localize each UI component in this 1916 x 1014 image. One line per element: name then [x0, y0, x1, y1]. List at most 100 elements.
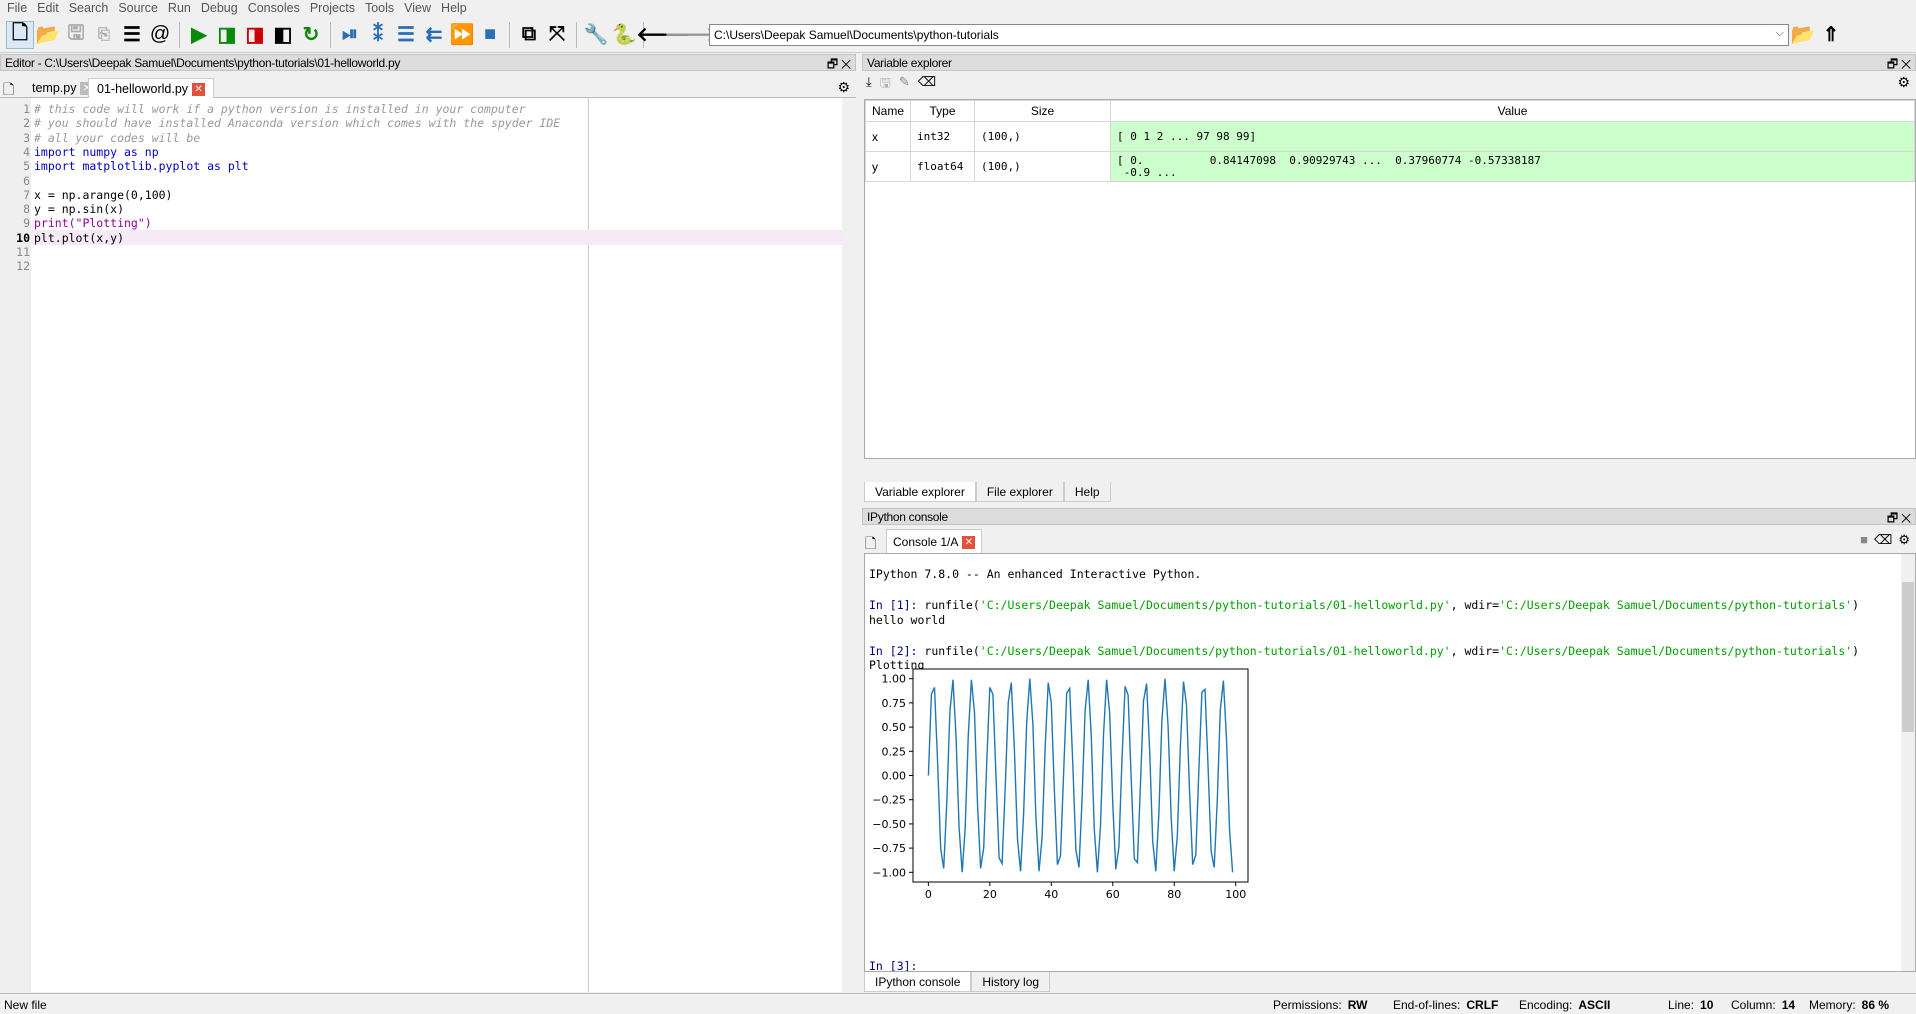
code-line: x = np.arange(0,100) — [34, 187, 173, 202]
rerun-icon[interactable]: ↻ — [297, 21, 325, 49]
run-cell-advance-icon[interactable]: ◨ — [241, 21, 269, 49]
value: 10 — [1700, 998, 1714, 1012]
column-header-type[interactable]: Type — [910, 100, 976, 122]
new-file-icon[interactable]: 🗋 — [6, 20, 34, 49]
line-number: 11 — [16, 245, 30, 259]
outline-icon[interactable]: ☰ — [118, 21, 146, 49]
scrollbar-thumb[interactable] — [1902, 582, 1914, 732]
tab-console-1a[interactable]: Console 1/A ✕ — [886, 529, 983, 553]
step-return-icon[interactable]: ⇇ — [420, 21, 448, 49]
label: Permissions: — [1273, 998, 1342, 1012]
gear-icon[interactable]: ⚙ — [1898, 532, 1910, 548]
chevron-down-icon[interactable]: ⌵ — [1776, 27, 1784, 40]
run-cell-icon[interactable]: ◨ — [213, 21, 241, 49]
var-type: int32 — [910, 121, 976, 152]
menu-edit[interactable]: Edit — [34, 0, 66, 17]
close-tab-icon[interactable]: ✕ — [192, 83, 206, 97]
menu-tools[interactable]: Tools — [362, 0, 401, 17]
console-scrollbar[interactable] — [1901, 554, 1915, 971]
code: ) — [1852, 598, 1860, 612]
variable-toolbar: ⤓ 🖫 ✎ ⌫ — [866, 74, 936, 96]
menu-consoles[interactable]: Consoles — [245, 0, 307, 17]
working-directory-input[interactable]: C:\Users\Deepak Samuel\Documents\python-… — [709, 23, 1789, 46]
column-header-name[interactable]: Name — [864, 100, 912, 122]
code-line: import matplotlib.pyplot as plt — [34, 159, 249, 174]
menu-debug[interactable]: Debug — [198, 0, 245, 17]
stop-kernel-icon[interactable]: ■ — [1860, 532, 1868, 548]
console-input-1: In [1]: runfile('C:/Users/Deepak Samuel/… — [869, 598, 1859, 612]
table-row[interactable]: x int32 (100,) [ 0 1 2 ... 97 98 99] — [864, 121, 1915, 152]
save-all-icon[interactable]: ⎘ — [90, 21, 118, 49]
line-number: 2 — [23, 116, 30, 131]
editor-title-bar: Editor - C:\Users\Deepak Samuel\Document… — [0, 54, 856, 71]
wrench-icon[interactable]: 🔧 — [582, 21, 610, 49]
x-tick-label: 40 — [1044, 888, 1058, 901]
eraser-icon[interactable]: ⌫ — [1874, 532, 1892, 548]
maximize-pane-icon[interactable]: ⧉ — [515, 21, 543, 49]
code-line: import numpy as np — [34, 144, 159, 159]
close-tab-icon[interactable]: ✕ — [962, 536, 976, 550]
column-header-value[interactable]: Value — [1110, 100, 1915, 122]
y-tick-label: −0.50 — [872, 818, 906, 831]
column-header-size[interactable]: Size — [974, 100, 1112, 122]
gear-icon[interactable]: ⚙ — [1897, 74, 1910, 91]
import-data-icon[interactable]: ⤓ — [866, 74, 872, 96]
console-output-1: hello world — [869, 613, 946, 627]
open-file-icon[interactable]: 📂 — [34, 21, 62, 49]
table-row[interactable]: y float64 (100,) [ 0. 0.84147098 0.90929… — [864, 151, 1915, 182]
browse-folder-icon[interactable]: 📂 — [1789, 21, 1817, 49]
close-icon[interactable]: ✕ — [1901, 511, 1911, 525]
working-directory-value: C:\Users\Deepak Samuel\Documents\python-… — [714, 27, 999, 42]
tab-history-log[interactable]: History log — [971, 972, 1051, 992]
status-message: New file — [4, 998, 47, 1012]
line-number: 6 — [23, 173, 30, 188]
continue-icon[interactable]: ⏩ — [448, 21, 476, 49]
menu-source[interactable]: Source — [115, 0, 165, 17]
menu-run[interactable]: Run — [165, 0, 198, 17]
tab-01-helloworld-py[interactable]: 01-helloworld.py ✕ — [88, 78, 215, 99]
var-size: (100,) — [974, 151, 1112, 182]
menu-help[interactable]: Help — [438, 0, 474, 17]
at-sign-icon[interactable]: @ — [146, 21, 174, 49]
menu-file[interactable]: File — [4, 0, 34, 17]
console-prompt-3[interactable]: In [3]: — [869, 959, 924, 971]
eraser-icon[interactable]: ⌫ — [918, 74, 936, 96]
stop-icon[interactable]: ■ — [476, 21, 504, 49]
parent-folder-icon[interactable]: ⇑ — [1817, 21, 1845, 49]
save-as-icon[interactable]: ✎ — [899, 74, 910, 96]
code-line: # you should have installed Anaconda ver… — [34, 116, 561, 131]
line-status: Line: 10 — [1668, 998, 1713, 1012]
close-icon[interactable]: ✕ — [1901, 57, 1911, 71]
tab-help[interactable]: Help — [1063, 482, 1111, 502]
run-icon[interactable]: ▶ — [185, 21, 213, 49]
undock-icon[interactable]: 🗗 — [1887, 511, 1898, 525]
code-editor[interactable]: 1 # this code will work if a python versi… — [0, 98, 842, 992]
tab-ipython-console[interactable]: IPython console — [864, 972, 972, 992]
fullscreen-icon[interactable]: ⤧ — [543, 21, 571, 49]
var-value[interactable]: [ 0. 0.84147098 0.90929743 ... 0.3796077… — [1110, 151, 1915, 182]
forward-arrow-icon[interactable]: 🡒 — [664, 21, 718, 49]
menu-view[interactable]: View — [401, 0, 438, 17]
tab-variable-explorer[interactable]: Variable explorer — [864, 482, 976, 502]
step-into-icon[interactable]: ☰ — [392, 21, 420, 49]
save-data-icon[interactable]: 🖫 — [880, 74, 891, 96]
run-selection-icon[interactable]: ◧ — [269, 21, 297, 49]
gear-icon[interactable]: ⚙ — [837, 79, 850, 96]
editor-pane: Editor - C:\Users\Deepak Samuel\Document… — [0, 54, 856, 992]
menu-projects[interactable]: Projects — [307, 0, 362, 17]
console-title-bar: IPython console 🗗 ✕ — [862, 508, 1916, 525]
code: , wdir= — [1450, 598, 1500, 612]
python-path-icon[interactable]: 🐍 — [610, 21, 638, 49]
menu-search[interactable]: Search — [66, 0, 116, 17]
label: Encoding: — [1519, 998, 1573, 1012]
debug-icon[interactable]: ⏯ — [336, 21, 364, 49]
tab-file-explorer[interactable]: File explorer — [975, 482, 1064, 502]
divider — [330, 21, 331, 48]
console-output[interactable]: IPython 7.8.0 -- An enhanced Interactive… — [864, 553, 1916, 972]
undock-icon[interactable]: 🗗 — [1887, 57, 1898, 71]
undock-icon[interactable]: 🗗 — [827, 57, 838, 71]
save-icon[interactable]: 🖫 — [62, 21, 90, 49]
close-icon[interactable]: ✕ — [841, 57, 851, 71]
var-value[interactable]: [ 0 1 2 ... 97 98 99] — [1110, 121, 1915, 152]
step-icon[interactable]: ⁑ — [364, 21, 392, 49]
